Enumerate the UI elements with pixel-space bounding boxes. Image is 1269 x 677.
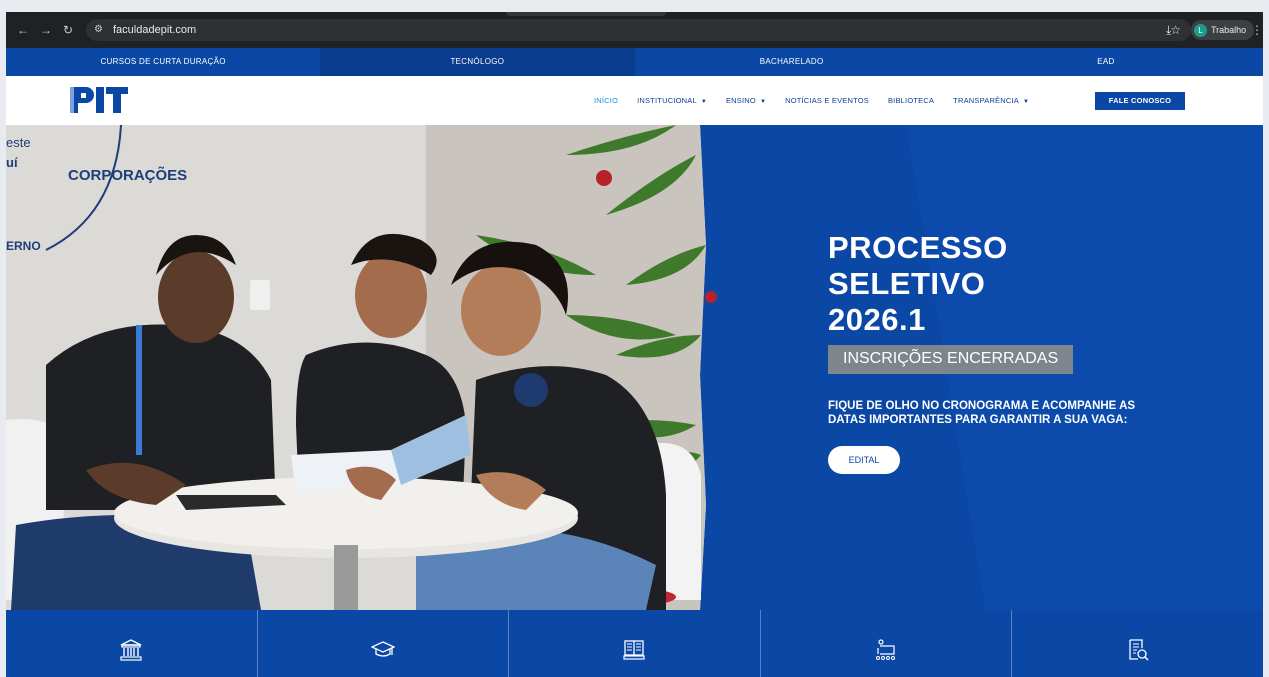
menu-item-ensino[interactable]: ENSINO ▼ xyxy=(726,96,766,105)
browser-window: ← → ↻ ⚙ faculdadepit.com ☆ ⤓ L Trabalho … xyxy=(6,12,1263,677)
hero-title-line: 2026.1 xyxy=(828,302,926,337)
menu-label: TRANSPARÊNCIA xyxy=(953,96,1019,105)
hero-title-line: PROCESSO xyxy=(828,230,1008,265)
site-settings-icon[interactable]: ⚙ xyxy=(94,24,103,35)
wall-text: uí xyxy=(6,155,18,170)
category-bar: CURSOS DE CURTA DURAÇÃO TECNÓLOGO BACHAR… xyxy=(6,48,1263,76)
book-icon xyxy=(623,640,646,660)
forward-icon[interactable]: → xyxy=(40,24,52,36)
menu-item-inicio[interactable]: INÍCIO xyxy=(594,96,618,105)
edital-button[interactable]: EDITAL xyxy=(828,446,900,474)
status-badge: INSCRIÇÕES ENCERRADAS xyxy=(828,345,1074,374)
main-menu: INÍCIO INSTITUCIONAL ▼ ENSINO ▼ NOTÍCIAS E… xyxy=(594,76,1029,125)
document-search-icon xyxy=(1129,639,1149,661)
menu-item-noticias[interactable]: NOTÍCIAS E EVENTOS xyxy=(785,96,869,105)
wall-text: CORPORAÇÕES xyxy=(68,166,187,184)
category-ead[interactable]: EAD xyxy=(949,48,1263,76)
avatar: L xyxy=(1194,23,1207,37)
institution-icon xyxy=(120,639,142,661)
profile-button[interactable]: L Trabalho xyxy=(1191,20,1255,40)
menu-item-biblioteca[interactable]: BIBLIOTECA xyxy=(888,96,934,105)
category-tecnologo[interactable]: TECNÓLOGO xyxy=(320,48,635,76)
quick-link-library[interactable] xyxy=(509,610,761,677)
browser-toolbar: ← → ↻ ⚙ faculdadepit.com ☆ ⤓ L Trabalho … xyxy=(6,12,1263,48)
url-text[interactable]: faculdadepit.com xyxy=(113,24,196,36)
quick-links-bar xyxy=(6,610,1263,677)
hero-title: PROCESSO SELETIVO 2026.1 xyxy=(828,230,1248,338)
back-icon[interactable]: ← xyxy=(17,24,29,36)
category-short-courses[interactable]: CURSOS DE CURTA DURAÇÃO xyxy=(6,48,320,76)
contact-button[interactable]: FALE CONOSCO xyxy=(1095,92,1185,110)
caret-down-icon: ▼ xyxy=(700,99,707,105)
menu-item-institucional[interactable]: INSTITUCIONAL ▼ xyxy=(637,96,707,105)
quick-link-institution[interactable] xyxy=(6,610,258,677)
pit-logo[interactable] xyxy=(68,83,130,117)
menu-icon[interactable]: ⋮ xyxy=(1251,23,1263,37)
wall-text: este xyxy=(6,135,31,150)
site-header: INÍCIO INSTITUCIONAL ▼ ENSINO ▼ NOTÍCIAS E… xyxy=(6,76,1263,125)
reload-icon[interactable]: ↻ xyxy=(63,24,73,36)
menu-item-transparencia[interactable]: TRANSPARÊNCIA ▼ xyxy=(953,96,1029,105)
star-icon[interactable]: ☆ xyxy=(1170,23,1181,37)
download-icon[interactable]: ⤓ xyxy=(1166,23,1171,38)
hero-title-line: SELETIVO xyxy=(828,266,986,301)
caret-down-icon: ▼ xyxy=(1022,99,1030,105)
hero-content: PROCESSO SELETIVO 2026.1 INSCRIÇÕES ENCE… xyxy=(828,230,1248,474)
caret-down-icon: ▼ xyxy=(759,99,767,105)
hero-description: FIQUE DE OLHO NO CRONOGRAMA E ACOMPANHE … xyxy=(828,400,1136,426)
hero-banner: CORPORAÇÕES ERNO este uí PROCESSO SELETI… xyxy=(6,125,1263,610)
menu-label: ENSINO xyxy=(725,96,756,105)
address-bar[interactable]: ⚙ faculdadepit.com ☆ xyxy=(86,19,1191,41)
profile-name: Trabalho xyxy=(1211,25,1247,35)
menu-label: INSTITUCIONAL xyxy=(637,96,697,105)
category-bacharelado[interactable]: BACHARELADO xyxy=(635,48,949,76)
quick-link-documents[interactable] xyxy=(1012,610,1263,677)
graduation-cap-icon xyxy=(370,641,395,657)
quick-link-courses[interactable] xyxy=(761,610,1013,677)
quick-link-graduation[interactable] xyxy=(258,610,510,677)
diploma-icon xyxy=(876,639,896,660)
tab-indicator xyxy=(506,12,666,16)
wall-text: ERNO xyxy=(6,239,41,253)
